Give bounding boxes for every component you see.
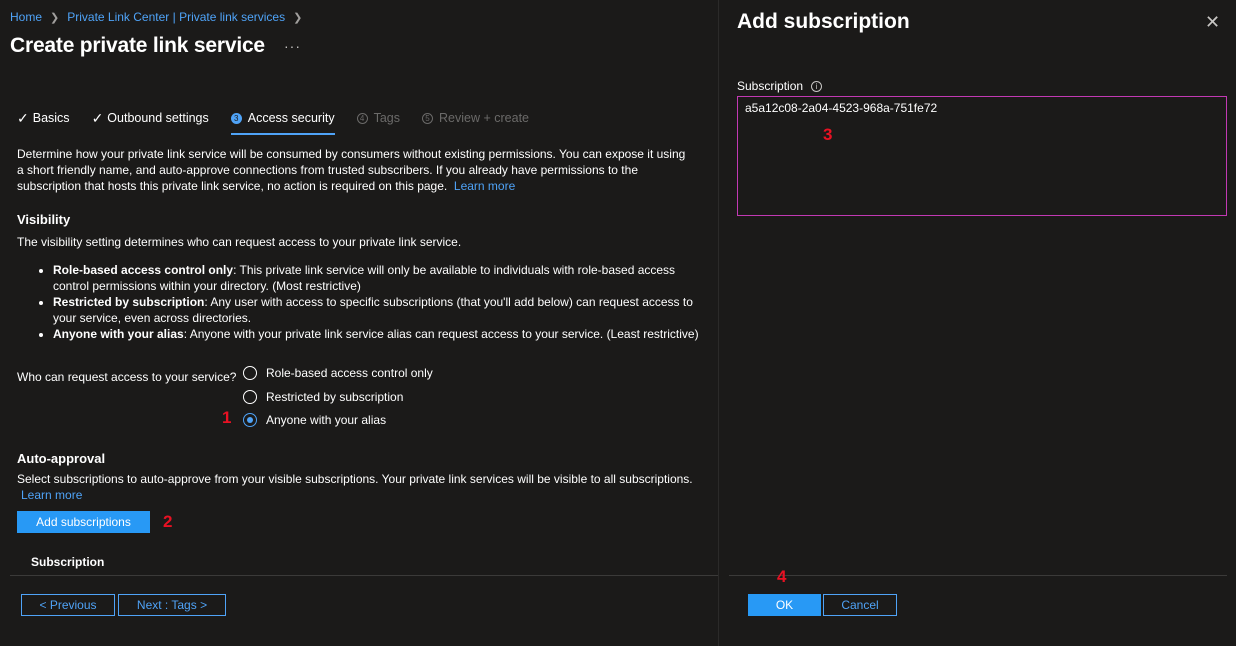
annotation-marker: 1 bbox=[222, 408, 232, 427]
annotation-marker: 4 bbox=[777, 567, 787, 586]
tab-label: Outbound settings bbox=[107, 111, 209, 125]
annotation-marker: 2 bbox=[163, 512, 173, 531]
radio-label: Role-based access control only bbox=[266, 366, 433, 380]
auto-approval-heading: Auto-approval bbox=[17, 451, 106, 466]
auto-approval-description: Select subscriptions to auto-approve fro… bbox=[17, 472, 693, 486]
tab-tags[interactable]: 4 Tags bbox=[356, 108, 401, 128]
radio-label: Restricted by subscription bbox=[266, 390, 404, 404]
access-question-label: Who can request access to your service? bbox=[17, 370, 237, 384]
checkmark-icon: ✓ bbox=[91, 109, 104, 126]
close-icon[interactable]: ✕ bbox=[1205, 12, 1220, 33]
radio-option-subscription[interactable]: Restricted by subscription bbox=[243, 390, 403, 404]
panel-footer-divider bbox=[729, 575, 1227, 576]
radio-option-alias[interactable]: Anyone with your alias bbox=[243, 413, 386, 427]
list-item: Restricted by subscription: Any user wit… bbox=[53, 294, 713, 326]
previous-button[interactable]: < Previous bbox=[21, 594, 115, 616]
next-tags-button[interactable]: Next : Tags > bbox=[118, 594, 226, 616]
radio-button[interactable] bbox=[243, 366, 257, 380]
panel-title: Add subscription bbox=[737, 10, 910, 33]
tab-review-create[interactable]: 5 Review + create bbox=[422, 108, 529, 128]
visibility-bullets: Role-based access control only: This pri… bbox=[17, 262, 713, 342]
bullet-title: Restricted by subscription bbox=[53, 295, 205, 309]
page-title: Create private link service bbox=[10, 34, 265, 57]
step-number-icon: 5 bbox=[422, 112, 434, 124]
tab-label: Tags bbox=[373, 111, 401, 125]
tab-basics[interactable]: ✓ Basics bbox=[17, 108, 70, 128]
breadcrumb: Home ❯ Private Link Center | Private lin… bbox=[10, 10, 310, 24]
more-options-icon[interactable]: ··· bbox=[284, 38, 301, 54]
learn-more-link[interactable]: Learn more bbox=[454, 179, 515, 193]
add-subscriptions-button[interactable]: Add subscriptions bbox=[17, 511, 150, 533]
create-blade: Home ❯ Private Link Center | Private lin… bbox=[0, 0, 718, 646]
tab-label: Review + create bbox=[439, 111, 529, 125]
auto-approval-learn-more-link[interactable]: Learn more bbox=[21, 488, 82, 502]
tab-access-security[interactable]: 3 Access security bbox=[230, 108, 335, 135]
subscription-field-label: Subscription i bbox=[737, 79, 823, 93]
wizard-tabs: ✓ Basics ✓ Outbound settings 3 Access se… bbox=[17, 108, 551, 136]
subscription-column-header: Subscription bbox=[31, 555, 105, 569]
visibility-heading: Visibility bbox=[17, 212, 71, 227]
radio-button-selected[interactable] bbox=[243, 413, 257, 427]
chevron-right-icon: ❯ bbox=[293, 11, 303, 24]
tab-label: Access security bbox=[247, 111, 335, 125]
visibility-description: The visibility setting determines who ca… bbox=[17, 235, 462, 249]
subscription-input[interactable]: a5a12c08-2a04-4523-968a-751fe72 bbox=[737, 96, 1227, 216]
list-item: Anyone with your alias: Anyone with your… bbox=[53, 326, 713, 342]
step-number-icon: 3 bbox=[230, 112, 242, 124]
footer-divider bbox=[10, 575, 718, 576]
intro-text: Determine how your private link service … bbox=[17, 146, 687, 194]
tab-outbound-settings[interactable]: ✓ Outbound settings bbox=[92, 108, 209, 128]
radio-label: Anyone with your alias bbox=[266, 413, 387, 427]
breadcrumb-center-link[interactable]: Private Link Center | Private link servi… bbox=[67, 10, 285, 24]
breadcrumb-home-link[interactable]: Home bbox=[10, 10, 42, 24]
subscription-label-text: Subscription bbox=[737, 79, 804, 93]
ok-button[interactable]: OK bbox=[748, 594, 821, 616]
checkmark-icon: ✓ bbox=[17, 109, 29, 126]
info-icon[interactable]: i bbox=[811, 80, 823, 92]
radio-option-rbac[interactable]: Role-based access control only bbox=[243, 366, 433, 380]
annotation-marker: 3 bbox=[823, 125, 833, 144]
chevron-right-icon: ❯ bbox=[50, 11, 60, 24]
radio-button[interactable] bbox=[243, 390, 257, 404]
intro-description: Determine how your private link service … bbox=[17, 147, 686, 193]
add-subscription-panel: Add subscription ✕ Subscription i a5a12c… bbox=[718, 0, 1236, 646]
step-number-icon: 4 bbox=[356, 112, 368, 124]
cancel-button[interactable]: Cancel bbox=[823, 594, 897, 616]
bullet-title: Role-based access control only bbox=[53, 263, 234, 277]
tab-label: Basics bbox=[32, 111, 70, 125]
bullet-text: : Anyone with your private link service … bbox=[183, 327, 699, 341]
list-item: Role-based access control only: This pri… bbox=[53, 262, 713, 294]
bullet-title: Anyone with your alias bbox=[53, 327, 184, 341]
